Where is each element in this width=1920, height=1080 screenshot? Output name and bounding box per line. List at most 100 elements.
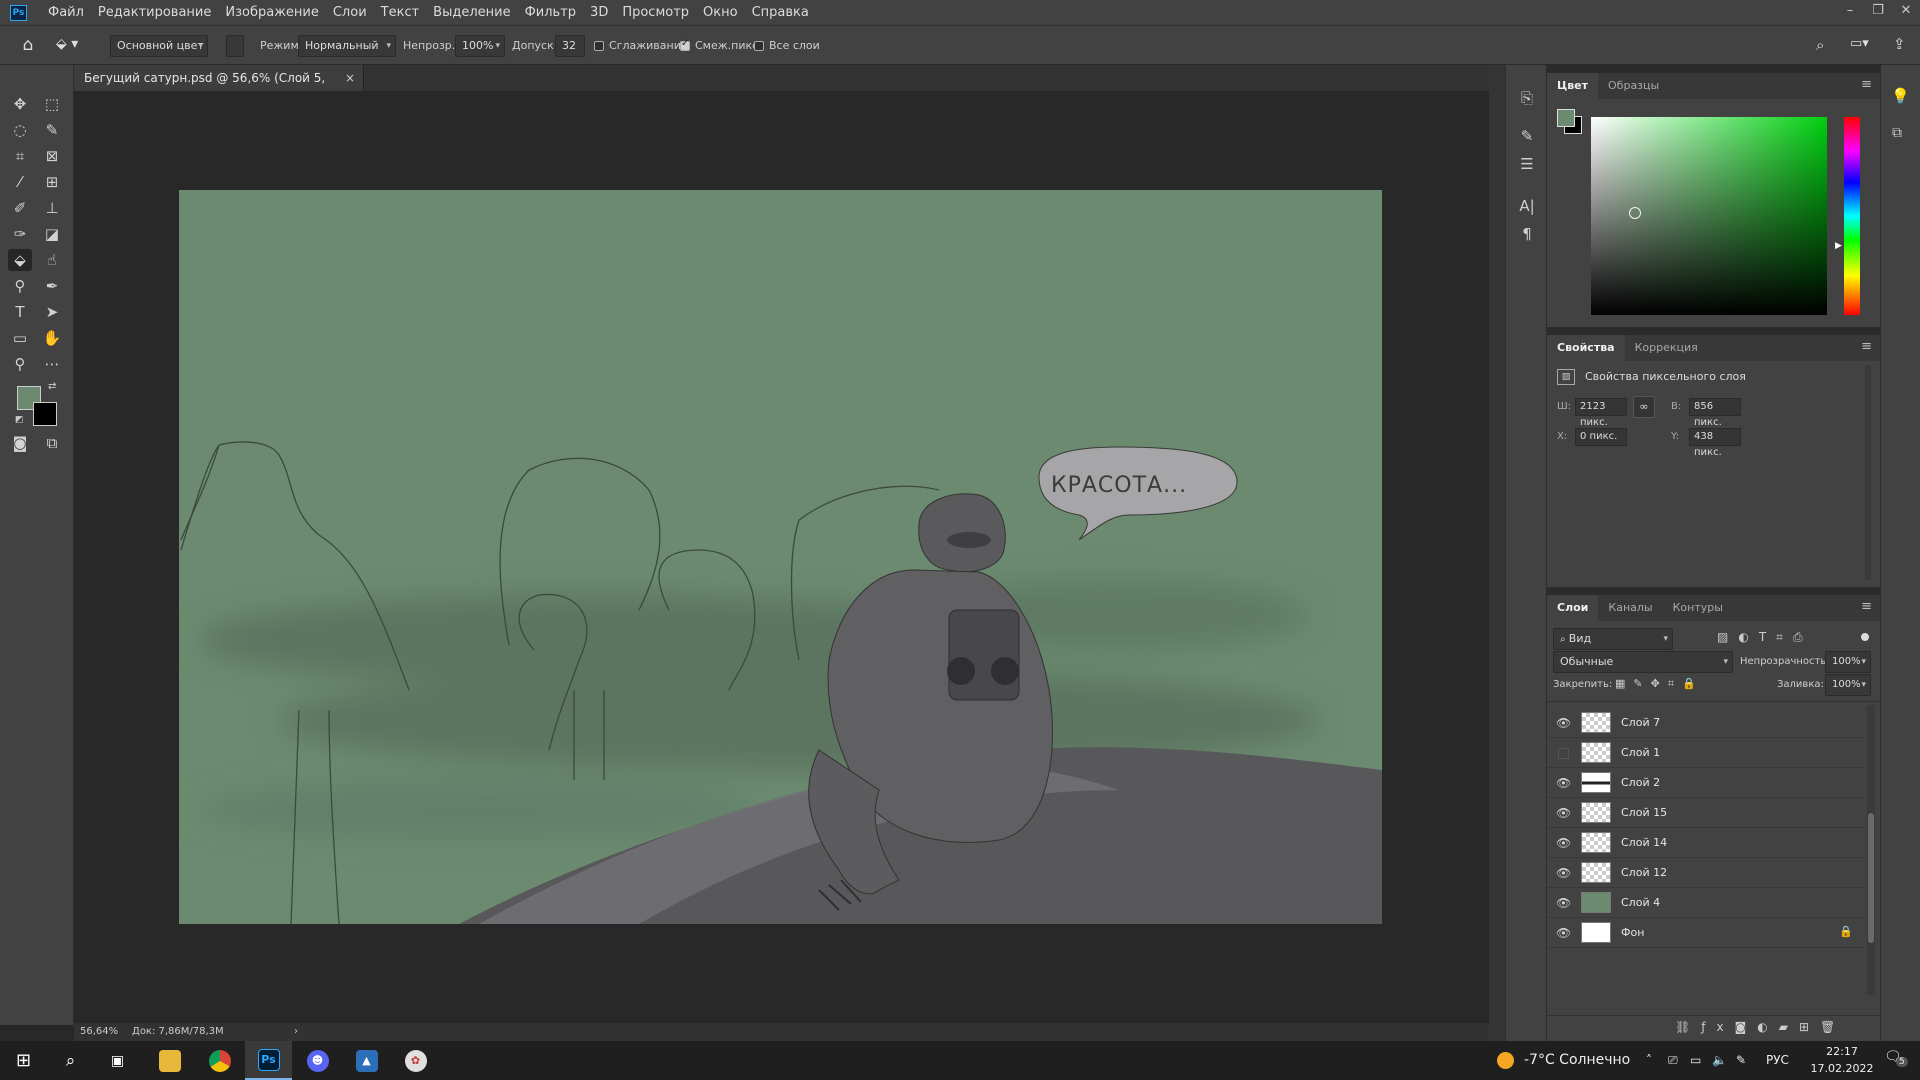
lock-all-icon[interactable]: 🔒	[1682, 677, 1704, 690]
taskbar-explorer[interactable]	[146, 1041, 193, 1080]
quick-mask-icon[interactable]: ◙	[8, 432, 32, 454]
eye-icon[interactable]: 👁	[1556, 926, 1571, 940]
display-icon[interactable]: ▭	[1690, 1041, 1701, 1080]
zoom-tool-icon[interactable]: ⚲	[8, 353, 32, 375]
background-color-swatch[interactable]	[33, 402, 57, 426]
eraser-tool-icon[interactable]: ◪	[40, 223, 64, 245]
eye-icon[interactable]: 👁	[1556, 806, 1571, 820]
layer-row[interactable]: 👁 Слой 15	[1547, 798, 1865, 828]
shape-filter-icon[interactable]: ⌗	[1776, 630, 1793, 644]
pattern-picker[interactable]	[226, 35, 244, 57]
eye-icon[interactable]: 👁	[1556, 716, 1571, 730]
close-icon[interactable]: ✕	[1892, 0, 1920, 25]
minimize-icon[interactable]: –	[1836, 0, 1864, 25]
width-input[interactable]: 2123 пикс.	[1575, 398, 1627, 428]
color-foreground-swatch[interactable]	[1557, 109, 1575, 127]
layer-row[interactable]: 👁 Слой 2	[1547, 768, 1865, 798]
antialias-checkbox[interactable]	[594, 41, 604, 51]
dodge-tool-icon[interactable]: ⚲	[8, 275, 32, 297]
smudge-tool-icon[interactable]: ☝	[40, 249, 64, 271]
task-view-button[interactable]: ▣	[94, 1041, 141, 1080]
color-picker-cursor-icon[interactable]	[1629, 207, 1641, 219]
eyedropper-tool-icon[interactable]: ⁄	[8, 171, 32, 193]
lock-artboard-icon[interactable]: ⌗	[1668, 677, 1682, 690]
move-tool-icon[interactable]: ✥	[8, 93, 32, 115]
lock-transparency-icon[interactable]: ▦	[1615, 677, 1633, 690]
document-tab[interactable]: Бегущий сатурн.psd @ 56,6% (Слой 5, RGB/…	[74, 65, 364, 111]
crop-tool-icon[interactable]: ⌗	[8, 145, 32, 167]
layer-opacity-input[interactable]: 100% ▾	[1825, 651, 1871, 673]
opacity-input[interactable]: 100% ▾	[455, 35, 505, 57]
smart-filter-icon[interactable]: ⎙	[1793, 630, 1813, 644]
tab-properties[interactable]: Свойства	[1547, 335, 1625, 361]
properties-scrollbar[interactable]	[1865, 365, 1871, 580]
tab-adjustments[interactable]: Коррекция	[1625, 335, 1708, 361]
y-input[interactable]: 438 пикс.	[1689, 428, 1741, 458]
paint-bucket-preset-icon[interactable]: ⬙ ▾	[56, 36, 96, 56]
lock-icon[interactable]: 🔒	[1839, 925, 1853, 938]
adjustments-panel-icon[interactable]: ☰	[1515, 153, 1539, 175]
image-filter-icon[interactable]: ▨	[1717, 630, 1738, 644]
paint-bucket-tool-icon[interactable]: ⬙	[8, 249, 32, 271]
visibility-toggle[interactable]	[1558, 748, 1569, 759]
healing-brush-tool-icon[interactable]: ⊞	[40, 171, 64, 193]
eye-icon[interactable]: 👁	[1556, 866, 1571, 880]
clock[interactable]: 22:17 17.02.2022	[1806, 1043, 1878, 1077]
fill-source-select[interactable]: Основной цвет ▾	[110, 35, 208, 57]
swap-colors-icon[interactable]: ⇄	[48, 381, 56, 392]
brush-settings-icon[interactable]: ✎	[1515, 125, 1539, 147]
more-tools-icon[interactable]: ⋯	[40, 353, 64, 375]
lasso-tool-icon[interactable]: ◌	[8, 119, 32, 141]
layers-scrollbar[interactable]	[1867, 705, 1875, 995]
taskbar-paint[interactable]: ✿	[392, 1041, 439, 1080]
eye-icon[interactable]: 👁	[1556, 836, 1571, 850]
panel-menu-icon[interactable]: ≡	[1861, 599, 1872, 614]
layer-row[interactable]: 👁 Фон 🔒	[1547, 918, 1865, 948]
type-tool-icon[interactable]: T	[8, 301, 32, 323]
search-icon[interactable]: ⌕	[1816, 36, 1824, 54]
add-mask-icon[interactable]: ◙	[1735, 1020, 1758, 1034]
pen-tool-icon[interactable]: ✒	[40, 275, 64, 297]
rectangle-tool-icon[interactable]: ▭	[8, 327, 32, 349]
workspace-icon[interactable]: ▭▾	[1850, 36, 1869, 51]
menu-select[interactable]: Выделение	[426, 0, 517, 25]
tab-layers[interactable]: Слои	[1547, 595, 1599, 621]
taskbar-chrome[interactable]	[196, 1041, 243, 1080]
search-button[interactable]: ⌕	[47, 1041, 94, 1080]
hue-slider[interactable]	[1844, 117, 1860, 315]
menu-window[interactable]: Окно	[696, 0, 745, 25]
taskbar-discord[interactable]: ☻	[294, 1041, 341, 1080]
lock-position-icon[interactable]: ✥	[1651, 677, 1668, 690]
path-select-tool-icon[interactable]: ➤	[40, 301, 64, 323]
menu-help[interactable]: Справка	[745, 0, 816, 25]
stamp-tool-icon[interactable]: ⊥	[40, 197, 64, 219]
character-panel-icon[interactable]: A|	[1515, 195, 1539, 217]
home-icon[interactable]: ⌂	[16, 35, 40, 57]
menu-image[interactable]: Изображение	[218, 0, 325, 25]
tab-color[interactable]: Цвет	[1547, 73, 1599, 99]
layer-row[interactable]: 👁 Слой 12	[1547, 858, 1865, 888]
menu-type[interactable]: Текст	[374, 0, 427, 25]
eye-icon[interactable]: 👁	[1556, 776, 1571, 790]
contiguous-checkbox[interactable]	[680, 38, 690, 51]
link-layers-icon[interactable]: ⛓	[1675, 1020, 1701, 1034]
menu-view[interactable]: Просмотр	[615, 0, 696, 25]
layer-row[interactable]: 👁 Слой 4	[1547, 888, 1865, 918]
hue-slider-handle-icon[interactable]: ▶	[1835, 241, 1842, 251]
adjustment-filter-icon[interactable]: ◐	[1738, 630, 1758, 644]
learn-icon[interactable]: 💡	[1891, 87, 1910, 105]
menu-filter[interactable]: Фильтр	[518, 0, 583, 25]
history-panel-icon[interactable]: ⎘	[1515, 87, 1539, 109]
taskbar-photos[interactable]: ▲	[343, 1041, 390, 1080]
layers-scrollbar-thumb[interactable]	[1868, 813, 1874, 943]
language-indicator[interactable]: РУС	[1766, 1041, 1789, 1080]
all-layers-checkbox[interactable]	[754, 41, 764, 51]
panel-menu-icon[interactable]: ≡	[1861, 339, 1872, 354]
quick-select-tool-icon[interactable]: ✎	[40, 119, 64, 141]
layer-filter-select[interactable]: ⌕ Вид ▾	[1553, 628, 1673, 650]
frame-tool-icon[interactable]: ⊠	[40, 145, 64, 167]
lock-pixels-icon[interactable]: ✎	[1633, 677, 1650, 690]
filter-toggle-icon[interactable]	[1861, 633, 1869, 641]
x-input[interactable]: 0 пикс.	[1575, 428, 1627, 446]
new-group-icon[interactable]: ▰	[1779, 1020, 1799, 1034]
